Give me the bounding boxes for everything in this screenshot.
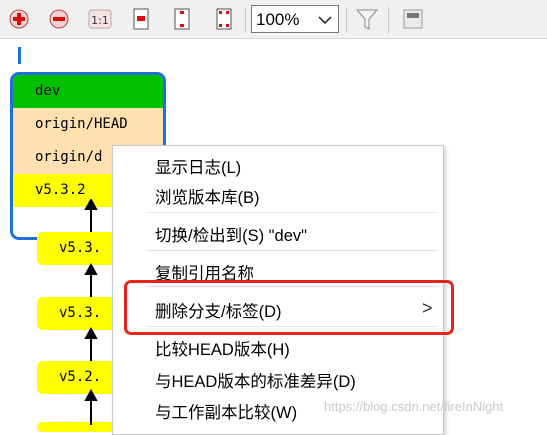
menu-item-compare-working-copy[interactable]: 与工作副本比较(W) [155, 399, 297, 423]
graph-connectors [84, 199, 98, 425]
toolbar-separator [245, 7, 246, 33]
menu-item-compare-head[interactable]: 比较HEAD版本(H) [155, 336, 290, 360]
fit-window-icon [216, 8, 232, 30]
filter-button[interactable] [354, 6, 380, 32]
arrow-up-icon [84, 326, 98, 339]
menu-separator [147, 212, 437, 213]
fit-height-icon [174, 8, 190, 30]
graph-top-marker [18, 47, 21, 64]
ref-dev[interactable]: dev [13, 75, 163, 108]
zoom-select[interactable]: 100% [251, 5, 339, 33]
menu-item-unified-diff-head[interactable]: 与HEAD版本的标准差异(D) [155, 368, 356, 392]
plus-circle-icon [9, 9, 29, 29]
watermark: https://blog.csdn.net/fireInNight [324, 399, 504, 414]
actual-size-button[interactable]: 1:1 [87, 6, 113, 32]
actual-size-label: 1:1 [91, 14, 109, 27]
panel-button[interactable] [400, 6, 426, 32]
menu-item-browse-repo[interactable]: 浏览版本库(B) [155, 184, 260, 208]
menu-item-switch-checkout[interactable]: 切换/检出到(S) "dev" [155, 222, 307, 246]
fit-window-button[interactable] [211, 6, 237, 32]
toolbar: 1:1 100% [0, 0, 547, 39]
arrow-up-icon [84, 199, 98, 210]
menu-item-show-log[interactable]: 显示日志(L) [155, 154, 241, 178]
fit-width-icon [133, 8, 149, 30]
arrow-up-icon [84, 262, 98, 275]
menu-separator [147, 250, 437, 251]
zoom-value: 100% [256, 10, 300, 29]
fit-height-button[interactable] [169, 6, 195, 32]
ref-origin-head[interactable]: origin/HEAD [13, 108, 163, 141]
toolbar-separator [346, 7, 347, 33]
toolbar-separator [388, 7, 389, 33]
zoom-in-button[interactable] [6, 6, 32, 32]
funnel-icon [355, 9, 379, 30]
minus-circle-icon [49, 9, 69, 29]
actual-size-icon: 1:1 [88, 9, 112, 29]
chevron-down-icon [318, 16, 332, 25]
zoom-out-button[interactable] [46, 6, 72, 32]
fit-width-button[interactable] [128, 6, 154, 32]
window-panel-icon [403, 9, 423, 29]
highlight-annotation [124, 280, 454, 335]
arrow-up-icon [84, 388, 98, 401]
